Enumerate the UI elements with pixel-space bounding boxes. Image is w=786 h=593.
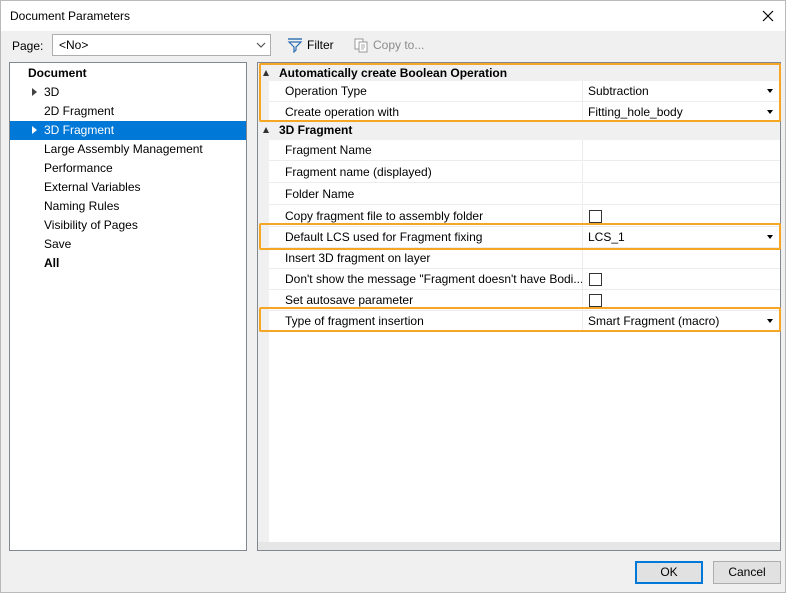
property-grid: Automatically create Boolean Operation O… xyxy=(257,62,781,551)
dropdown-arrow-icon[interactable] xyxy=(767,319,773,323)
prop-name: Operation Type xyxy=(285,84,367,98)
document-parameters-dialog: Document Parameters Page: <No> Filter Co… xyxy=(0,0,786,593)
prop-dont-show-message[interactable]: Don't show the message "Fragment doesn't… xyxy=(269,269,780,290)
tree-item-visibility-of-pages[interactable]: Visibility of Pages xyxy=(10,216,246,235)
tree-item-3d[interactable]: 3D xyxy=(10,83,246,102)
prop-value-select[interactable]: Smart Fragment (macro) xyxy=(588,311,763,331)
prop-name: Create operation with xyxy=(285,105,400,119)
dropdown-arrow-icon[interactable] xyxy=(767,235,773,239)
column-divider xyxy=(582,311,583,331)
prop-value-select[interactable]: Subtraction xyxy=(588,81,763,101)
copy-to-button[interactable]: Copy to... xyxy=(351,35,426,55)
column-divider xyxy=(582,227,583,247)
prop-name: Don't show the message "Fragment doesn't… xyxy=(285,272,582,286)
tree-item-large-assembly[interactable]: Large Assembly Management xyxy=(10,140,246,159)
prop-fragment-name-displayed[interactable]: Fragment name (displayed) xyxy=(269,162,780,183)
tree-item-label: 3D Fragment xyxy=(44,123,115,137)
title-bar: Document Parameters xyxy=(1,1,785,31)
tree-item-label: Document xyxy=(28,66,87,80)
collapse-triangle-icon[interactable] xyxy=(263,127,269,133)
prop-name: Fragment Name xyxy=(285,143,372,157)
tree-item-label: 2D Fragment xyxy=(44,104,115,118)
tree-item-label: Large Assembly Management xyxy=(44,142,203,156)
tree-item-all[interactable]: All xyxy=(10,254,246,273)
tree-item-label: External Variables xyxy=(44,180,141,194)
filter-button[interactable]: Filter xyxy=(285,35,336,55)
window-title: Document Parameters xyxy=(10,9,131,23)
prop-insert-on-layer[interactable]: Insert 3D fragment on layer xyxy=(269,248,780,269)
tree-item-naming-rules[interactable]: Naming Rules xyxy=(10,197,246,216)
tree-item-label: Visibility of Pages xyxy=(44,218,138,232)
tree-item-label: Performance xyxy=(44,161,113,175)
expand-arrow-icon[interactable] xyxy=(32,126,37,134)
prop-copy-fragment-file[interactable]: Copy fragment file to assembly folder xyxy=(269,206,780,227)
prop-name: Fragment name (displayed) xyxy=(285,165,432,179)
horizontal-scrollbar[interactable] xyxy=(258,542,780,550)
column-divider xyxy=(582,102,583,122)
chevron-down-icon xyxy=(256,42,266,48)
page-select-value: <No> xyxy=(59,38,89,52)
cancel-button[interactable]: Cancel xyxy=(713,561,781,584)
page-select[interactable]: <No> xyxy=(52,34,271,56)
prop-name: Folder Name xyxy=(285,187,355,201)
page-label: Page: xyxy=(12,39,44,53)
category-3d-fragment[interactable]: 3D Fragment xyxy=(258,121,780,140)
close-icon xyxy=(762,10,774,22)
prop-default-lcs[interactable]: Default LCS used for Fragment fixing LCS… xyxy=(269,227,780,248)
copy-icon xyxy=(354,38,368,53)
column-divider xyxy=(582,248,583,268)
autosave-checkbox[interactable] xyxy=(589,294,602,307)
column-divider xyxy=(582,140,583,160)
prop-operation-type[interactable]: Operation Type Subtraction xyxy=(269,81,780,102)
tree-item-save[interactable]: Save xyxy=(10,235,246,254)
filter-icon xyxy=(287,38,303,53)
prop-name: Insert 3D fragment on layer xyxy=(285,251,431,265)
ok-button[interactable]: OK xyxy=(635,561,703,584)
prop-folder-name[interactable]: Folder Name xyxy=(269,184,780,205)
prop-value-select[interactable]: Fitting_hole_body xyxy=(588,102,763,122)
prop-type-of-insertion[interactable]: Type of fragment insertion Smart Fragmen… xyxy=(269,311,780,332)
expand-arrow-icon[interactable] xyxy=(32,88,37,96)
dont-show-checkbox[interactable] xyxy=(589,273,602,286)
tree-item-label: 3D xyxy=(44,85,60,99)
dropdown-arrow-icon[interactable] xyxy=(767,89,773,93)
tree-item-document[interactable]: Document xyxy=(10,64,246,83)
tree-item-label: Save xyxy=(44,237,72,251)
column-divider xyxy=(582,184,583,204)
column-divider xyxy=(582,269,583,289)
category-tree: Document 3D 2D Fragment 3D Fragment Larg… xyxy=(9,62,247,551)
prop-value-select[interactable]: LCS_1 xyxy=(588,227,763,247)
collapse-triangle-icon[interactable] xyxy=(263,70,269,76)
tree-item-label: All xyxy=(44,256,60,270)
column-divider xyxy=(582,162,583,182)
copy-to-label: Copy to... xyxy=(373,38,425,52)
prop-autosave[interactable]: Set autosave parameter xyxy=(269,290,780,311)
tree-item-external-variables[interactable]: External Variables xyxy=(10,178,246,197)
tree-item-2d-fragment[interactable]: 2D Fragment xyxy=(10,102,246,121)
column-divider xyxy=(582,206,583,226)
prop-name: Default LCS used for Fragment fixing xyxy=(285,230,483,244)
copy-fragment-checkbox[interactable] xyxy=(589,210,602,223)
column-divider xyxy=(582,290,583,310)
category-label: 3D Fragment xyxy=(279,123,353,137)
filter-label: Filter xyxy=(307,38,334,52)
tree-item-label: Naming Rules xyxy=(44,199,120,213)
close-button[interactable] xyxy=(755,3,781,29)
tree-item-3d-fragment[interactable]: 3D Fragment xyxy=(10,121,246,140)
tree-item-performance[interactable]: Performance xyxy=(10,159,246,178)
prop-fragment-name[interactable]: Fragment Name xyxy=(269,140,780,161)
column-divider xyxy=(582,81,583,101)
prop-name: Set autosave parameter xyxy=(285,293,414,307)
prop-name: Copy fragment file to assembly folder xyxy=(285,209,484,223)
prop-name: Type of fragment insertion xyxy=(285,314,424,328)
prop-create-operation-with[interactable]: Create operation with Fitting_hole_body xyxy=(269,102,780,123)
dropdown-arrow-icon[interactable] xyxy=(767,110,773,114)
